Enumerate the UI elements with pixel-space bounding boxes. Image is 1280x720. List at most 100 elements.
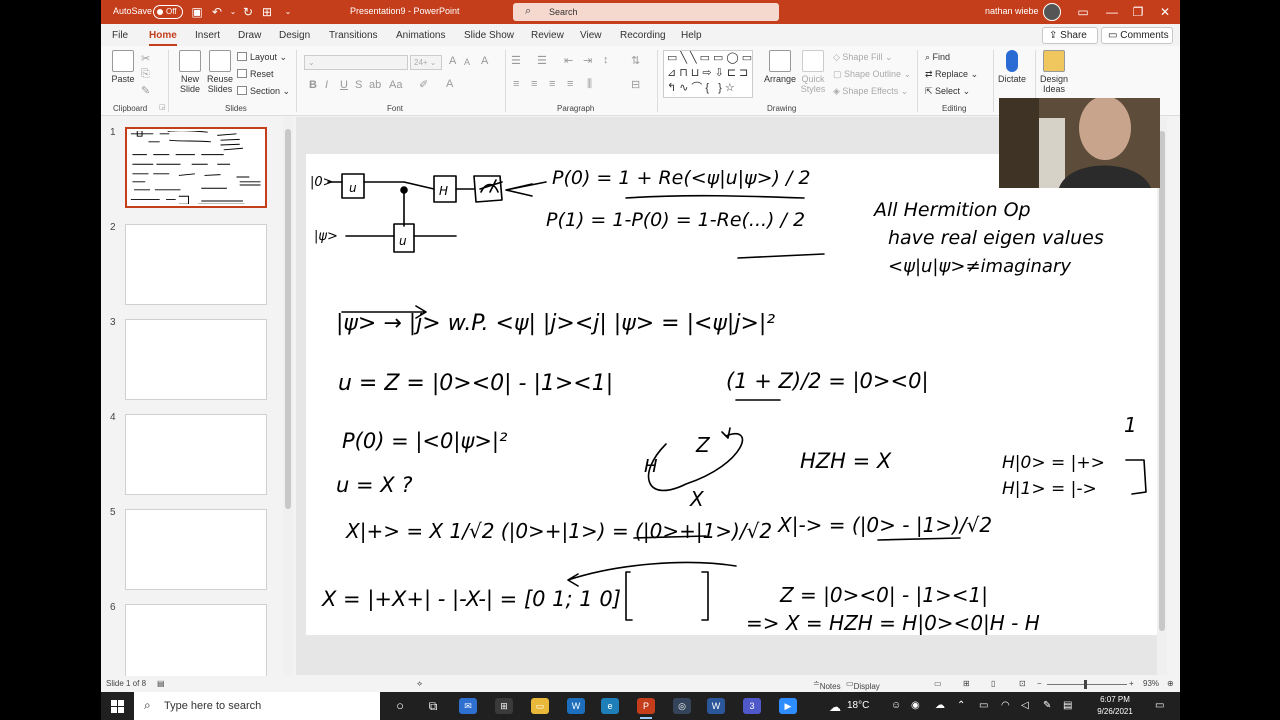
scroll-thumb[interactable] [1159, 131, 1165, 631]
slide-canvas[interactable]: |0> |ψ> u H u P(0) = 1 + Re(<ψ|u|ψ>) / 2… [306, 154, 1160, 635]
ink-drawing[interactable]: |0> |ψ> u H u P(0) = 1 + Re(<ψ|u|ψ>) / 2… [306, 154, 1160, 635]
char-spacing-icon[interactable]: ab [369, 79, 381, 91]
find-button[interactable]: ⌕ Find [925, 52, 950, 63]
reading-view-icon[interactable]: ▯ [991, 679, 995, 688]
word-icon[interactable]: W [707, 698, 725, 714]
strikethrough-button[interactable]: S [355, 79, 362, 91]
zoom-slider-thumb[interactable] [1084, 680, 1087, 689]
quick-styles-button[interactable]: Quick Styles [798, 50, 828, 94]
shape-effects-button[interactable]: ◈ Shape Effects ⌄ [833, 86, 908, 97]
undo-icon[interactable]: ↶ [210, 5, 224, 19]
share-button[interactable]: ⇪ Share [1042, 27, 1098, 44]
people-icon[interactable]: ☺ [891, 700, 901, 711]
customize-toolbar-icon[interactable]: ⌄ [281, 5, 295, 19]
zoom-app-icon[interactable]: ▶ [779, 698, 797, 714]
taskbar-search[interactable]: ⌕ Type here to search [134, 692, 380, 720]
reset-button[interactable]: Reset [237, 69, 274, 79]
underline-button[interactable]: U [340, 79, 348, 91]
taskbar-clock[interactable]: 6:07 PM 9/26/2021 [1090, 694, 1140, 718]
arrange-button[interactable]: Arrange [763, 50, 797, 84]
teams-icon[interactable]: 3 [743, 698, 761, 714]
font-color-icon[interactable]: A [446, 78, 453, 90]
zoom-out-icon[interactable]: − [1037, 679, 1042, 688]
slide-scrollbar[interactable] [1157, 117, 1167, 675]
app-icon[interactable]: W [567, 698, 585, 714]
italic-button[interactable]: I [325, 79, 328, 91]
format-painter-icon[interactable]: ✎ [141, 84, 150, 97]
clipboard-launcher-icon[interactable]: ◲ [159, 103, 166, 111]
avatar[interactable] [1043, 3, 1061, 21]
app-tray-icon[interactable]: ◉ [911, 700, 920, 711]
tab-home[interactable]: Home [149, 30, 177, 46]
shrink-font-icon[interactable]: A [464, 57, 470, 67]
increase-indent-icon[interactable]: ⇥ [583, 54, 592, 67]
tab-view[interactable]: View [580, 30, 602, 41]
highlight-icon[interactable]: ✐ [419, 78, 428, 91]
keyboard-icon[interactable]: ▤ [1063, 700, 1072, 711]
slide-thumbnail-6[interactable] [125, 604, 267, 685]
slide-thumbnail-4[interactable] [125, 414, 267, 495]
paste-button[interactable]: Paste [109, 50, 137, 84]
present-icon[interactable]: ⊞ [260, 5, 274, 19]
chevron-up-icon[interactable]: ⌃ [957, 700, 965, 711]
select-button[interactable]: ⇱ Select ⌄ [925, 86, 970, 97]
scroll-thumb[interactable] [285, 129, 291, 509]
grow-font-icon[interactable]: A [449, 55, 456, 67]
store-icon[interactable]: ⊞ [495, 698, 513, 714]
mail-icon[interactable]: ✉ [459, 698, 477, 714]
tab-transitions[interactable]: Transitions [329, 30, 378, 41]
zoom-in-icon[interactable]: + [1129, 679, 1134, 688]
autosave-toggle[interactable]: Off [153, 5, 183, 19]
app-icon-2[interactable]: ◎ [673, 698, 691, 714]
shapes-gallery[interactable]: ▭╲╲▭▭◯▭ ⊿⊓⊔⇨⇩⊏⊐ ↰∿⌒{ }☆ [663, 50, 753, 98]
clear-formatting-icon[interactable]: A [481, 55, 488, 67]
restore-icon[interactable]: ❐ [1131, 5, 1145, 19]
zoom-slider[interactable] [1047, 680, 1127, 689]
notes-button[interactable]: ≐ Notes [813, 679, 841, 691]
slide-thumbnail-2[interactable] [125, 224, 267, 305]
numbering-icon[interactable]: ☰ [537, 54, 547, 67]
zoom-level[interactable]: 93% [1143, 679, 1159, 688]
justify-icon[interactable]: ≡ [567, 78, 573, 90]
tab-animations[interactable]: Animations [396, 30, 445, 41]
file-explorer-icon[interactable]: ▭ [531, 698, 549, 714]
notifications-icon[interactable]: ▭ [1155, 700, 1164, 711]
volume-icon[interactable]: ◁ [1021, 700, 1029, 711]
search-box[interactable]: ⌕ Search [513, 3, 779, 21]
reuse-slides-button[interactable]: Reuse Slides [207, 50, 233, 94]
tab-review[interactable]: Review [531, 30, 564, 41]
align-right-icon[interactable]: ≡ [549, 78, 555, 90]
cut-icon[interactable]: ✂ [141, 52, 150, 65]
slide-sorter-icon[interactable]: ⊞ [963, 679, 970, 688]
shape-fill-button[interactable]: ◇ Shape Fill ⌄ [833, 52, 893, 63]
new-slide-button[interactable]: New Slide [175, 50, 205, 94]
cortana-icon[interactable]: ○ [391, 698, 409, 714]
bullets-icon[interactable]: ☰ [511, 54, 521, 67]
close-icon[interactable]: ✕ [1158, 5, 1172, 19]
font-size-box[interactable]: 24+ ⌄ [410, 55, 442, 70]
minimize-icon[interactable]: — [1105, 5, 1119, 19]
replace-button[interactable]: ⇄ Replace ⌄ [925, 69, 978, 80]
onedrive-icon[interactable]: ☁ [935, 700, 945, 711]
temperature[interactable]: 18°C [847, 700, 869, 711]
tab-help[interactable]: Help [681, 30, 702, 41]
dictate-button[interactable]: Dictate [997, 50, 1027, 84]
font-name-box[interactable]: ⌄ [304, 55, 408, 70]
align-left-icon[interactable]: ≡ [513, 78, 519, 90]
bold-button[interactable]: B [309, 79, 317, 91]
tab-slide-show[interactable]: Slide Show [464, 30, 514, 41]
columns-icon[interactable]: ⫼ [587, 78, 592, 91]
text-direction-icon[interactable]: ⇅ [631, 54, 640, 67]
copy-icon[interactable]: ⎘ [141, 68, 150, 81]
powerpoint-icon[interactable]: P [637, 698, 655, 719]
tab-design[interactable]: Design [279, 30, 310, 41]
comments-button[interactable]: ▭ Comments [1101, 27, 1173, 44]
display-settings-button[interactable]: ▭ Display Settings [846, 679, 882, 692]
normal-view-icon[interactable]: ▭ [934, 679, 942, 688]
ribbon-display-icon[interactable]: ▭ [1076, 5, 1090, 19]
thumbnails-scrollbar[interactable] [283, 117, 293, 675]
slideshow-view-icon[interactable]: ⊡ [1019, 679, 1026, 688]
slide-thumbnail-3[interactable] [125, 319, 267, 400]
change-case-icon[interactable]: Aa [389, 79, 402, 91]
shape-outline-button[interactable]: ▢ Shape Outline ⌄ [833, 69, 911, 80]
